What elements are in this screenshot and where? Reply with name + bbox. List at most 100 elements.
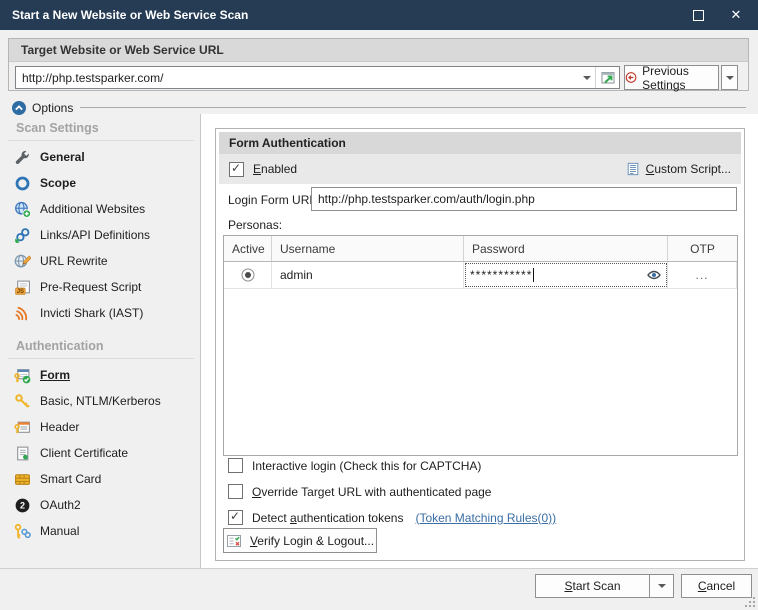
previous-settings-button[interactable]: Previous Settings [624, 65, 719, 90]
otp-cell[interactable]: ... [668, 262, 737, 288]
close-icon: ✕ [731, 7, 742, 23]
collapse-chevron-icon [11, 100, 27, 116]
sidebar-divider [200, 114, 201, 568]
login-form-url-label: Login Form URL: [228, 193, 319, 207]
username-cell[interactable]: admin [272, 262, 464, 288]
sidebar-item-links-api[interactable]: Links/API Definitions [8, 222, 198, 248]
custom-script-label: Custom Script... [646, 162, 731, 176]
sidebar-item-label: Scope [40, 176, 76, 190]
group-rule [8, 140, 194, 141]
column-header-active: Active [224, 236, 272, 261]
persona-row: admin *********** ... [224, 262, 737, 289]
password-masked-value: *********** [470, 268, 532, 282]
previous-settings-icon [625, 70, 637, 85]
enabled-row: Enabled Custom Script... [219, 154, 741, 184]
sidebar-item-manual[interactable]: Manual [8, 518, 198, 544]
maximize-icon [693, 10, 704, 21]
resize-grip[interactable] [743, 595, 755, 607]
sidebar-item-general[interactable]: General [8, 144, 198, 170]
scope-ring-icon [14, 175, 31, 192]
target-url-combobox [15, 66, 620, 89]
sidebar-item-label: Header [40, 420, 79, 434]
sidebar-item-form[interactable]: Form [8, 362, 198, 388]
custom-script-link[interactable]: Custom Script... [626, 161, 731, 177]
column-header-password: Password [464, 236, 668, 261]
smart-card-icon [14, 471, 31, 488]
detect-tokens-row: Detect authentication tokens (Token Matc… [228, 510, 556, 525]
shark-waves-icon [14, 305, 31, 322]
column-header-otp: OTP [668, 236, 737, 261]
sidebar-item-label: Pre-Request Script [40, 280, 141, 294]
options-toggle[interactable]: Options [11, 99, 73, 117]
sidebar-item-label: Basic, NTLM/Kerberos [40, 394, 161, 408]
previous-settings-label: Previous Settings [642, 64, 718, 92]
sidebar: Scan Settings General Scope Additional W… [8, 118, 198, 544]
sidebar-item-header[interactable]: Header [8, 414, 198, 440]
key-window-icon [14, 419, 31, 436]
sidebar-item-client-certificate[interactable]: Client Certificate [8, 440, 198, 466]
globe-plus-icon [14, 201, 31, 218]
sidebar-item-label: Manual [40, 524, 79, 538]
sidebar-item-label: General [40, 150, 85, 164]
sidebar-item-scope[interactable]: Scope [8, 170, 198, 196]
override-url-checkbox[interactable] [228, 484, 243, 499]
start-scan-button[interactable]: Start Scan [535, 574, 650, 598]
open-in-browser-icon [600, 70, 616, 86]
sidebar-item-pre-request-script[interactable]: JS Pre-Request Script [8, 274, 198, 300]
title-bar: Start a New Website or Web Service Scan … [0, 0, 758, 30]
verify-login-logout-label: Verify Login & Logout... [250, 534, 374, 548]
detect-tokens-checkbox[interactable] [228, 510, 243, 525]
target-url-dropdown-arrow[interactable] [579, 72, 595, 84]
open-in-browser-button[interactable] [595, 67, 619, 88]
target-url-group: Target Website or Web Service URL Previo… [8, 38, 749, 91]
sidebar-item-label: Additional Websites [40, 202, 145, 216]
password-cell[interactable]: *********** [464, 262, 668, 288]
override-url-label[interactable]: Override Target URL with authenticated p… [252, 485, 491, 499]
sidebar-item-label: Invicti Shark (IAST) [40, 306, 143, 320]
cancel-label: Cancel [698, 579, 735, 593]
verify-login-logout-button[interactable]: Verify Login & Logout... [223, 528, 377, 553]
group-gap [8, 326, 198, 336]
cancel-button[interactable]: Cancel [681, 574, 752, 598]
login-form-url-input[interactable] [311, 187, 737, 211]
start-scan-dropdown[interactable] [649, 574, 674, 598]
sidebar-item-additional-websites[interactable]: Additional Websites [8, 196, 198, 222]
sidebar-item-url-rewrite[interactable]: URL Rewrite [8, 248, 198, 274]
target-url-header: Target Website or Web Service URL [9, 39, 748, 62]
target-url-input[interactable] [16, 71, 579, 85]
interactive-login-label[interactable]: Interactive login (Check this for CAPTCH… [252, 459, 481, 473]
sidebar-item-label: Smart Card [40, 472, 101, 486]
script-js-icon: JS [14, 279, 31, 296]
form-authentication-panel: Form Authentication Enabled Custom Scrip… [215, 128, 745, 561]
sidebar-item-invicti-shark[interactable]: Invicti Shark (IAST) [8, 300, 198, 326]
key-icon [14, 393, 31, 410]
sidebar-item-smart-card[interactable]: Smart Card [8, 466, 198, 492]
key-link-icon [14, 523, 31, 540]
svg-text:JS: JS [17, 289, 24, 295]
verify-form-icon [226, 533, 242, 549]
maximize-button[interactable] [680, 0, 716, 30]
interactive-login-checkbox[interactable] [228, 458, 243, 473]
authentication-group-header: Authentication [8, 336, 198, 358]
enabled-label[interactable]: Enabled [253, 162, 297, 176]
enabled-checkbox[interactable] [229, 162, 244, 177]
detect-tokens-label[interactable]: Detect authentication tokens [252, 511, 403, 525]
svg-text:2: 2 [20, 500, 25, 510]
radio-selected-icon[interactable] [241, 268, 255, 282]
oauth2-badge-icon: 2 [14, 497, 31, 514]
form-authentication-header: Form Authentication [219, 132, 741, 154]
sidebar-item-basic-ntlm[interactable]: Basic, NTLM/Kerberos [8, 388, 198, 414]
override-url-row: Override Target URL with authenticated p… [228, 484, 491, 499]
show-password-eye-icon[interactable] [646, 267, 662, 283]
personas-table-header: Active Username Password OTP [224, 236, 737, 262]
close-button[interactable]: ✕ [718, 0, 754, 30]
previous-settings-dropdown[interactable] [721, 65, 738, 90]
scan-settings-group-header: Scan Settings [8, 118, 198, 140]
sidebar-item-oauth2[interactable]: 2 OAuth2 [8, 492, 198, 518]
globe-pencil-icon [14, 253, 31, 270]
dialog-window: Start a New Website or Web Service Scan … [0, 0, 758, 610]
interactive-login-row: Interactive login (Check this for CAPTCH… [228, 458, 481, 473]
token-matching-rules-link[interactable]: (Token Matching Rules(0)) [415, 511, 556, 525]
sidebar-item-label: Links/API Definitions [40, 228, 150, 242]
group-rule [8, 358, 194, 359]
